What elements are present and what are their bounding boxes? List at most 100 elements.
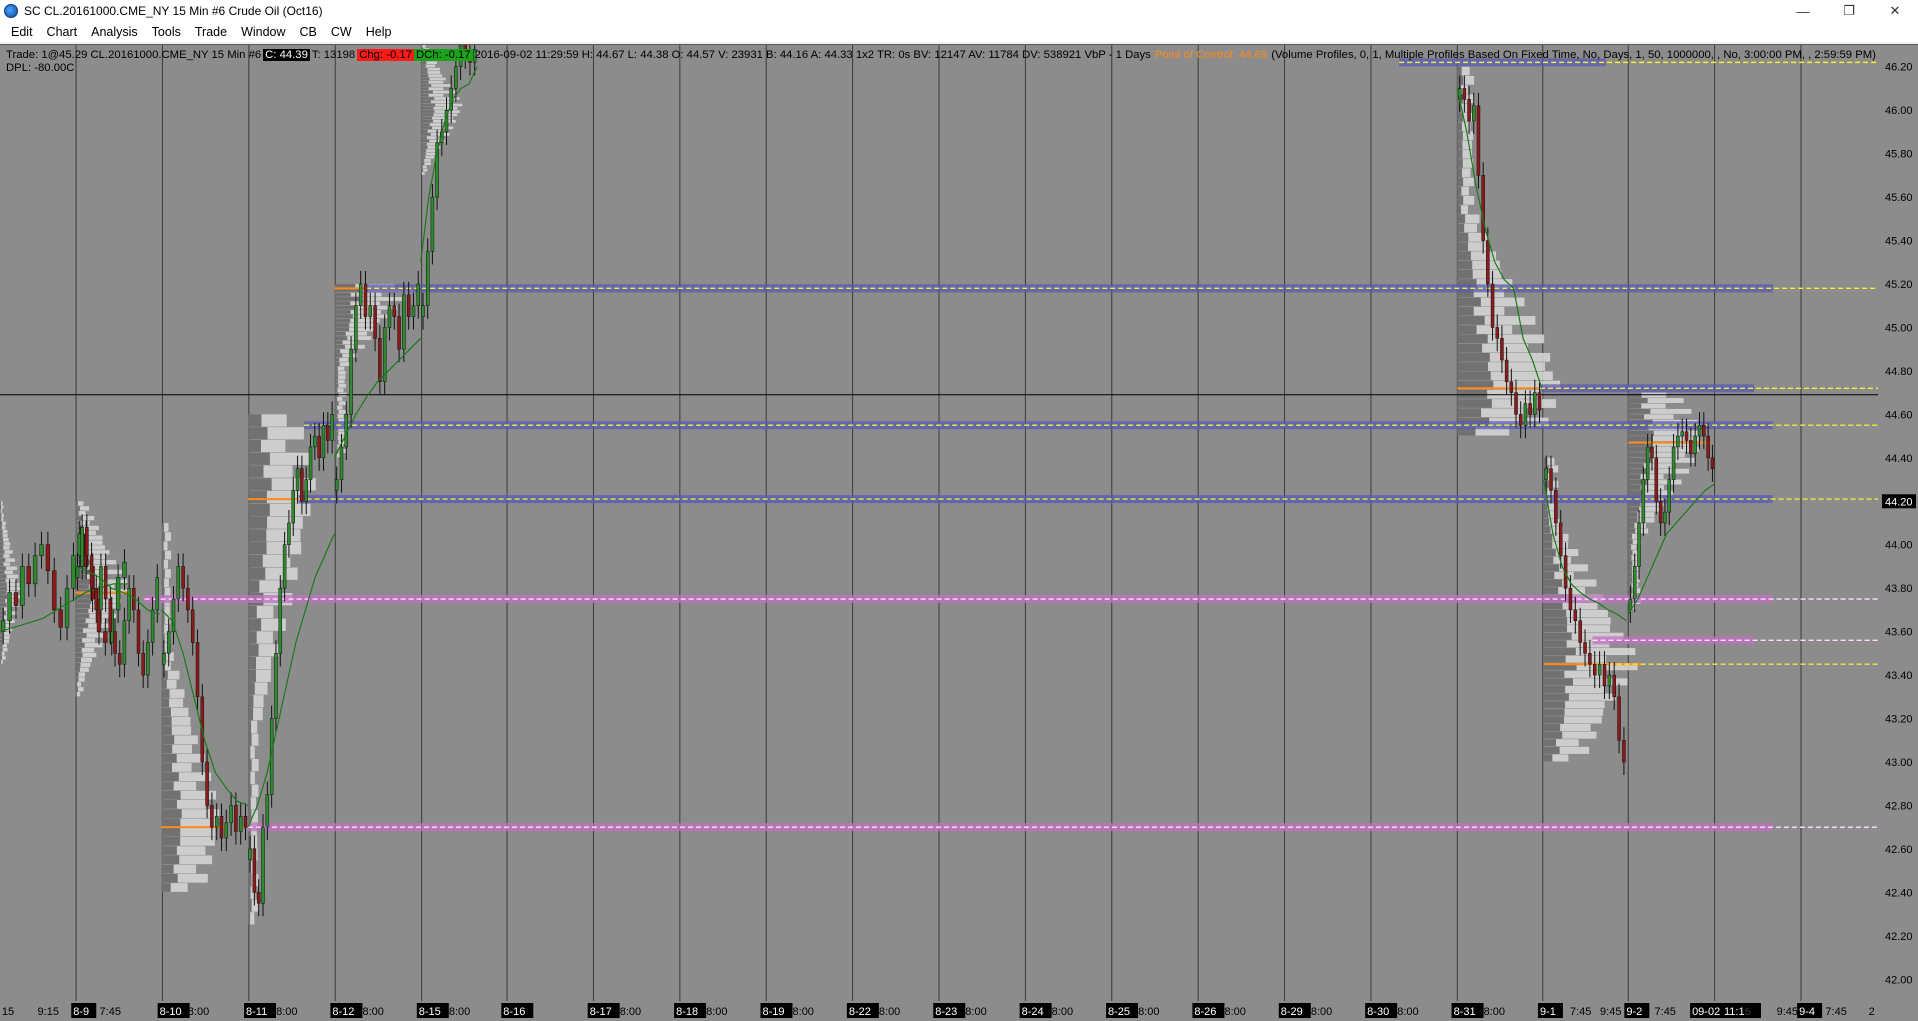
volume-profile-bar: [420, 139, 430, 143]
close-button[interactable]: ✕: [1872, 0, 1918, 22]
volume-profile-bar: [161, 624, 165, 634]
volume-profile-bar: [1628, 484, 1641, 490]
volume-profile-bar: [1457, 75, 1464, 85]
volume-profile-bar: [1543, 739, 1556, 747]
chart-area[interactable]: 46.20 46.00 45.80 45.60 45.40 45.20 45.00 44.80…: [0, 44, 1918, 1021]
menu-help[interactable]: Help: [359, 22, 399, 42]
volume-profile-bar: [420, 77, 430, 81]
volume-profile-bar: [420, 146, 428, 149]
menu-tools[interactable]: Tools: [145, 22, 188, 42]
candle-body: [282, 544, 287, 589]
candle-body: [1650, 446, 1654, 459]
candle-body: [1500, 338, 1504, 361]
volume-profile-bar: [334, 301, 351, 306]
volume-profile-bar: [161, 827, 181, 837]
volume-profile-bar: [0, 647, 3, 652]
candle-body: [274, 653, 278, 719]
candle-body: [80, 527, 84, 567]
volume-profile-bar: [420, 155, 426, 159]
volume-profile-bar: [247, 644, 259, 657]
volume-profile-bar: [1457, 343, 1483, 353]
volume-profile-bar: [1457, 112, 1464, 122]
volume-profile-bar: [420, 119, 433, 123]
candle-body: [454, 66, 458, 89]
volume-profile-bar: [161, 836, 181, 846]
price-tick-label: 45.80: [1885, 149, 1913, 161]
volume-profile-bar: [247, 554, 263, 568]
volume-profile-bar: [0, 652, 2, 656]
candle-body: [300, 468, 304, 502]
volume-profile-bar: [75, 682, 78, 687]
volume-profile-bar: [334, 436, 338, 440]
time-tick-label: 7:45: [1570, 1006, 1591, 1018]
time-tick-label: 8-29: [1281, 1006, 1303, 1018]
volume-profile-bar: [334, 305, 357, 310]
candle-body: [406, 294, 411, 317]
volume-profile-bar: [420, 132, 431, 136]
volume-profile-bar: [0, 570, 5, 575]
volume-profile-bar: [247, 899, 252, 912]
candle-body: [1632, 566, 1637, 600]
volume-profile-bar: [420, 110, 435, 113]
volume-profile-bar: [1543, 731, 1563, 739]
volume-profile-bar: [0, 517, 2, 522]
volume-profile-bar: [0, 656, 2, 660]
volume-profile-bar: [1543, 533, 1553, 541]
volume-profile-bar: [1628, 430, 1654, 436]
volume-profile-bar: [420, 152, 426, 156]
time-tick-label: 8:00: [188, 1006, 209, 1018]
volume-profile-bar: [75, 511, 79, 516]
volume-profile-bar: [334, 310, 351, 314]
time-tick-label: 8-9: [73, 1006, 89, 1018]
volume-profile-bar: [75, 643, 85, 648]
candle-body: [150, 609, 155, 643]
price-tick-label: 45.60: [1885, 192, 1913, 204]
candle-body: [1622, 740, 1626, 763]
candle-body: [181, 566, 185, 589]
restore-button[interactable]: ❐: [1826, 0, 1872, 22]
menu-cb[interactable]: CB: [293, 22, 324, 42]
volume-profile-bar: [0, 513, 2, 518]
volume-profile-bar: [247, 490, 267, 504]
menu-analysis[interactable]: Analysis: [84, 22, 145, 42]
volume-profile-bar: [247, 503, 270, 516]
candle-body: [195, 642, 200, 698]
menu-edit[interactable]: Edit: [4, 22, 40, 42]
volume-profile-bar: [75, 599, 92, 604]
price-tick-label: 43.20: [1885, 714, 1913, 726]
candle-body: [1641, 479, 1646, 524]
volume-profile-bar: [1457, 232, 1469, 242]
volume-profile-bar: [1543, 693, 1569, 701]
candle-body: [141, 653, 145, 676]
volume-profile-bar: [1543, 708, 1565, 716]
menu-chart[interactable]: Chart: [40, 22, 85, 42]
volume-profile-bar: [247, 746, 251, 759]
volume-profile-bar: [1543, 556, 1554, 564]
time-tick-label: 2: [1869, 1006, 1875, 1018]
candle-body: [1523, 403, 1528, 426]
candle-body: [1697, 424, 1702, 437]
volume-profile-bar: [1628, 517, 1638, 523]
app-globe-icon: [4, 4, 18, 18]
menu-trade[interactable]: Trade: [188, 22, 234, 42]
volume-profile-bar: [0, 521, 3, 526]
price-tick-label: 46.00: [1885, 105, 1913, 117]
candle-body: [248, 848, 252, 861]
volume-profile-bar: [161, 873, 178, 883]
volume-profile-bar: [1628, 490, 1644, 496]
volume-profile-bar: [420, 97, 435, 100]
volume-profile-bar: [1543, 716, 1565, 724]
price-tick-label: 42.80: [1885, 800, 1913, 812]
volume-profile-bar: [1457, 214, 1466, 224]
menu-window[interactable]: Window: [234, 22, 292, 42]
volume-profile-bar: [0, 533, 3, 538]
volume-profile-bar: [161, 744, 173, 754]
volume-profile-bar: [1628, 512, 1638, 518]
chart-canvas[interactable]: 46.20 46.00 45.80 45.60 45.40 45.20 45.00 44.80…: [0, 45, 1918, 1021]
volume-profile-bar: [1543, 655, 1566, 663]
minimize-button[interactable]: —: [1780, 0, 1826, 22]
menu-cw[interactable]: CW: [324, 22, 359, 42]
volume-profile-bar: [0, 586, 7, 591]
time-tick-label: 8-12: [332, 1006, 354, 1018]
volume-profile-bar: [1543, 511, 1549, 519]
